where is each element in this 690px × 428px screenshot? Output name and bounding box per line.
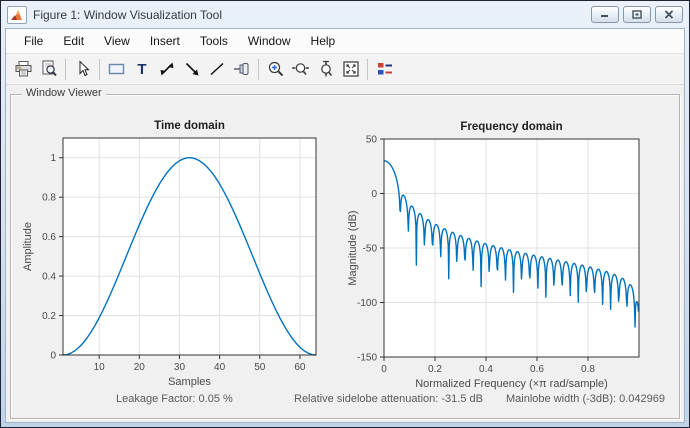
figure-client-area: Window Viewer 10 20 30 40 50 60 0 0.2 0.4 0.6 0.8 1… <box>6 85 684 422</box>
rectangle-button[interactable] <box>104 57 129 82</box>
svg-text:Magnitude (dB): Magnitude (dB) <box>347 210 359 285</box>
fit-view-button[interactable] <box>338 57 363 82</box>
line-icon <box>209 62 224 76</box>
mainlobe-width-value: Mainlobe width (-3dB): 0.042969 <box>506 393 665 405</box>
minimize-icon <box>601 15 608 17</box>
svg-text:0.8: 0.8 <box>581 364 595 375</box>
svg-text:40: 40 <box>214 362 226 373</box>
svg-text:1: 1 <box>50 153 56 164</box>
toolbar-separator <box>65 58 66 80</box>
svg-text:Time domain: Time domain <box>154 120 225 132</box>
print-preview-button[interactable] <box>36 57 61 82</box>
svg-text:0: 0 <box>371 189 377 200</box>
svg-text:50: 50 <box>254 362 266 373</box>
svg-text:20: 20 <box>134 362 146 373</box>
window-title: Figure 1: Window Visualization Tool <box>33 7 222 22</box>
toolbar-separator <box>99 58 100 80</box>
svg-text:30: 30 <box>174 362 186 373</box>
single-arrow-button[interactable] <box>179 57 204 82</box>
titlebar[interactable]: Figure 1: Window Visualization Tool <box>5 1 685 28</box>
svg-text:0.4: 0.4 <box>479 364 493 375</box>
svg-text:-100: -100 <box>357 298 377 309</box>
rectangle-icon <box>108 63 125 75</box>
print-button[interactable] <box>11 57 36 82</box>
zoom-x-button[interactable] <box>288 57 313 82</box>
menu-view[interactable]: View <box>94 30 140 52</box>
menu-file[interactable]: File <box>14 30 53 52</box>
matlab-logo-icon <box>11 9 22 20</box>
menu-tools[interactable]: Tools <box>190 30 238 52</box>
svg-text:60: 60 <box>294 362 306 373</box>
zoom-in-icon <box>268 61 283 77</box>
toolbar-separator <box>367 58 368 80</box>
window-viewer-panel: Window Viewer 10 20 30 40 50 60 0 0.2 0.4 0.6 0.8 1… <box>10 87 682 419</box>
pin-icon <box>234 63 249 75</box>
menu-edit[interactable]: Edit <box>53 30 94 52</box>
svg-text:10: 10 <box>94 362 106 373</box>
frequency-domain-chart[interactable]: 0 0.2 0.4 0.6 0.8 50 0 -50 -100 -150 Frequency dom… <box>346 118 682 390</box>
svg-text:0.6: 0.6 <box>42 232 56 243</box>
window-menu-button[interactable] <box>7 5 27 24</box>
svg-text:Amplitude: Amplitude <box>22 222 34 271</box>
time-domain-chart[interactable]: 10 20 30 40 50 60 0 0.2 0.4 0.6 0.8 1 Time domain Sam… <box>11 118 341 390</box>
text-icon: T <box>137 61 146 78</box>
svg-text:0.2: 0.2 <box>428 364 442 375</box>
toolbar: T <box>6 54 684 85</box>
restore-button[interactable] <box>623 6 651 23</box>
menubar: File Edit View Insert Tools Window Help <box>6 29 684 54</box>
sidelobe-attenuation-value: Relative sidelobe attenuation: -31.5 dB <box>294 393 483 405</box>
svg-text:0: 0 <box>381 364 387 375</box>
close-button[interactable] <box>655 6 683 23</box>
fit-view-icon <box>342 61 359 77</box>
svg-text:T: T <box>137 61 146 78</box>
double-arrow-button[interactable] <box>154 57 179 82</box>
svg-text:Normalized Frequency (×π rad/: Normalized Frequency (×π rad/sample) <box>415 378 608 390</box>
svg-text:Frequency domain: Frequency domain <box>460 121 562 133</box>
zoom-y-icon <box>320 60 332 77</box>
legend-icon <box>377 63 392 75</box>
legend-button[interactable] <box>372 57 397 82</box>
svg-text:0: 0 <box>50 351 56 362</box>
figure-window: Figure 1: Window Visualization Tool File… <box>0 0 690 428</box>
svg-text:Samples: Samples <box>168 376 211 388</box>
minimize-button[interactable] <box>591 6 619 23</box>
window-viewer-label: Window Viewer <box>22 87 106 99</box>
menu-window[interactable]: Window <box>238 30 301 52</box>
zoom-y-button[interactable] <box>313 57 338 82</box>
pointer-button[interactable] <box>70 57 95 82</box>
restore-icon <box>632 10 642 19</box>
double-arrow-icon <box>160 62 173 76</box>
close-icon <box>664 10 674 19</box>
print-icon <box>15 61 32 77</box>
svg-text:0.6: 0.6 <box>530 364 544 375</box>
svg-text:0.4: 0.4 <box>42 272 56 283</box>
toolbar-separator <box>258 58 259 80</box>
svg-text:0.2: 0.2 <box>42 311 56 322</box>
print-preview-icon <box>42 60 57 77</box>
pin-button[interactable] <box>229 57 254 82</box>
line-button[interactable] <box>204 57 229 82</box>
single-arrow-icon <box>185 62 198 76</box>
menu-insert[interactable]: Insert <box>140 30 190 52</box>
svg-text:50: 50 <box>366 135 378 146</box>
zoom-in-button[interactable] <box>263 57 288 82</box>
svg-text:0.8: 0.8 <box>42 193 56 204</box>
leakage-factor-value: Leakage Factor: 0.05 % <box>116 393 233 405</box>
pointer-icon <box>79 60 90 77</box>
text-annotation-button[interactable]: T <box>129 57 154 82</box>
svg-text:-50: -50 <box>363 244 378 255</box>
menu-help[interactable]: Help <box>301 30 346 52</box>
svg-text:-150: -150 <box>357 353 377 364</box>
zoom-x-icon <box>292 63 309 76</box>
